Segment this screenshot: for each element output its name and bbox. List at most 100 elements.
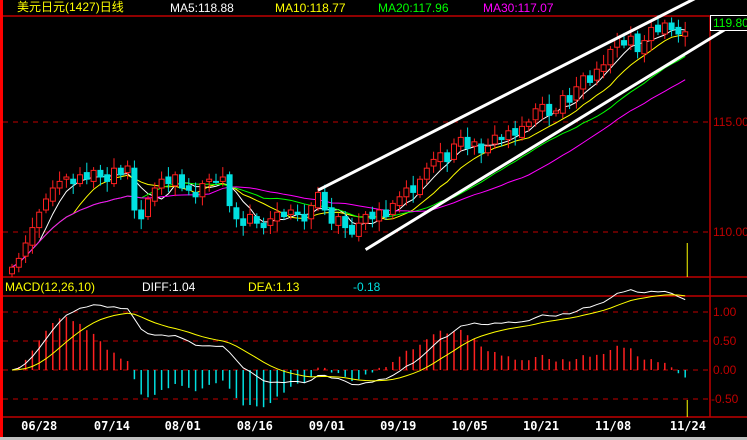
candle-body [29, 227, 36, 246]
candle-body [97, 169, 104, 178]
candle-body [219, 176, 226, 182]
candle-body [641, 40, 648, 55]
candle-body [315, 191, 321, 209]
candle-body [138, 209, 145, 220]
candle-body [485, 145, 491, 154]
chart-canvas[interactable] [0, 0, 747, 440]
candle-body [478, 143, 485, 154]
macd-axis-neg05: -0.50 [711, 392, 739, 406]
date-label: 09/01 [308, 419, 345, 433]
candle-body [294, 211, 301, 215]
date-label: 11/08 [595, 419, 632, 433]
candle-body [682, 31, 689, 37]
candle-body [457, 136, 464, 147]
candle-body [464, 136, 471, 149]
candle-body [498, 136, 505, 141]
candle-body [661, 22, 668, 35]
candle-body [90, 169, 97, 182]
candle-body [573, 86, 580, 101]
date-label: 08/16 [236, 419, 273, 433]
candle-body [9, 266, 15, 275]
macd-value-label: -0.18 [353, 280, 381, 294]
candle-body [396, 196, 403, 207]
candle-body [124, 165, 131, 174]
candle-body [621, 40, 627, 46]
candle-body [525, 121, 532, 127]
ma10-label: MA10:118.77 [275, 1, 346, 15]
last-price-box: 119.80 [710, 15, 747, 31]
candle-body [417, 178, 423, 196]
candle-body [274, 211, 281, 222]
candle-body [376, 209, 383, 222]
candle-body [179, 174, 185, 189]
trend-line [364, 15, 747, 251]
ma20-label: MA20:117.96 [378, 1, 449, 15]
candle-body [117, 167, 124, 176]
macd-axis-0: 0.00 [713, 363, 737, 377]
candle-body [165, 176, 172, 185]
left-edge-bar [0, 0, 3, 440]
candle-body [151, 187, 158, 202]
price-axis-115: 115.00 [713, 115, 747, 129]
candle-body [655, 24, 661, 33]
candle-body [22, 242, 29, 257]
candle-body [369, 211, 376, 220]
candle-body [349, 224, 355, 235]
candle-body [36, 211, 43, 229]
candle-body [206, 178, 213, 182]
candle-body [600, 64, 607, 72]
macd-label: MACD(12,26,10) [5, 280, 96, 294]
candle-body [247, 213, 253, 224]
candle-body [512, 128, 519, 136]
candle-body [444, 152, 451, 163]
candle-body [559, 95, 566, 114]
date-label: 08/01 [164, 419, 201, 433]
candle-body [253, 216, 260, 224]
candle-body [675, 26, 682, 35]
candle-body [56, 180, 63, 189]
candle-body [342, 216, 349, 229]
candle-body [668, 22, 675, 31]
candle-body [471, 141, 478, 147]
candle-body [267, 218, 274, 226]
candle-body [410, 185, 417, 193]
chart-title: 美元日元(1427)日线 [17, 0, 124, 14]
candle-body [648, 26, 655, 42]
date-label: 09/19 [380, 419, 417, 433]
candle-body [240, 218, 247, 226]
candle-body [287, 209, 294, 215]
candle-body [403, 187, 410, 198]
diff-label: DIFF:1.04 [142, 280, 196, 294]
macd-axis-05: 0.50 [713, 334, 737, 348]
candle-body [43, 198, 49, 211]
ma5-line [11, 28, 686, 268]
candle-body [519, 125, 525, 138]
ma5-label: MA5:118.88 [170, 1, 234, 15]
candle-body [213, 180, 219, 183]
candle-body [192, 191, 199, 198]
candle-body [281, 211, 287, 218]
candle-body [335, 216, 342, 226]
date-label: 11/24 [669, 419, 706, 433]
date-label: 06/28 [21, 419, 58, 433]
candle-body [104, 174, 111, 182]
candle-body [593, 68, 600, 81]
candle-body [539, 103, 546, 112]
candle-body [185, 185, 192, 191]
candle-body [362, 213, 369, 224]
candle-body [437, 152, 444, 163]
candle-body [491, 134, 498, 145]
candle-body [308, 205, 315, 220]
candle-body [131, 167, 138, 211]
candle-body [634, 33, 641, 53]
candle-body [546, 103, 553, 116]
candle-body [505, 130, 512, 141]
candle-body [451, 143, 457, 160]
candle-body [328, 207, 335, 224]
date-label: 10/05 [451, 419, 488, 433]
candle-body [566, 95, 573, 103]
candle-body [226, 174, 233, 207]
dea-label: DEA:1.13 [248, 280, 300, 294]
candle-body [111, 167, 117, 185]
candle-body [355, 222, 362, 237]
